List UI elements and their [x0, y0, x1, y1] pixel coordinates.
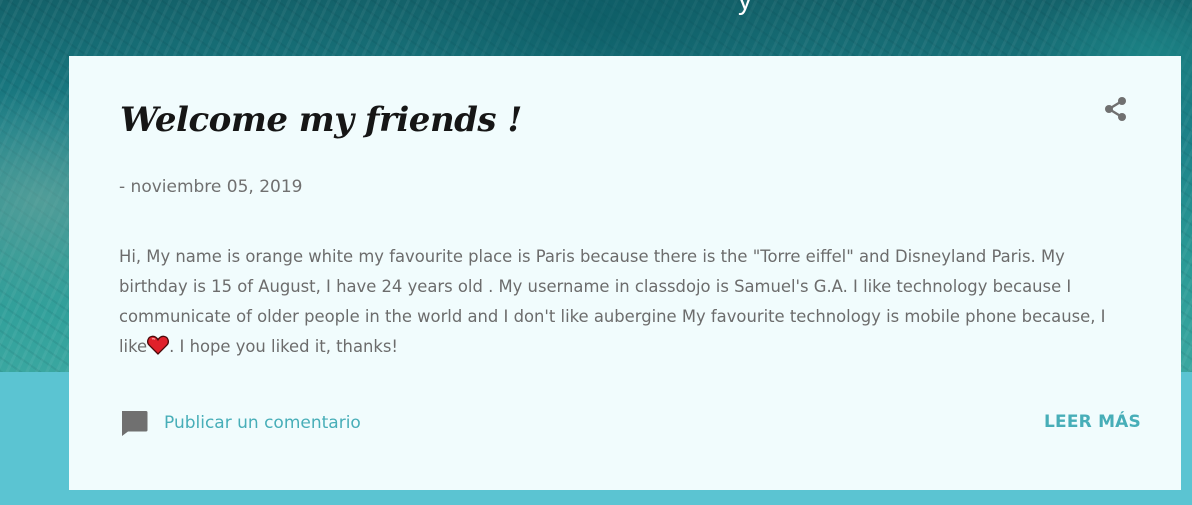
post-body: Hi, My name is orange white my favourite…: [119, 242, 1119, 362]
post-date[interactable]: - noviembre 05, 2019: [119, 177, 303, 197]
publish-comment-link[interactable]: Publicar un comentario: [119, 409, 361, 437]
blog-title-fragment: y: [738, 0, 762, 14]
comment-icon: [122, 411, 148, 436]
read-more-link[interactable]: LEER MÁS: [1044, 412, 1141, 432]
publish-comment-label: Publicar un comentario: [164, 413, 361, 433]
heart-icon: [147, 335, 170, 355]
post-title[interactable]: Welcome my friends !: [120, 100, 522, 140]
post-card: Welcome my friends ! - noviembre 05, 201…: [69, 56, 1181, 490]
post-body-text-end: . I hope you liked it, thanks!: [169, 337, 398, 356]
page: y Welcome my friends ! - noviembre 05, 2…: [0, 0, 1192, 505]
share-icon: [1105, 97, 1126, 121]
share-button[interactable]: [1101, 94, 1131, 124]
